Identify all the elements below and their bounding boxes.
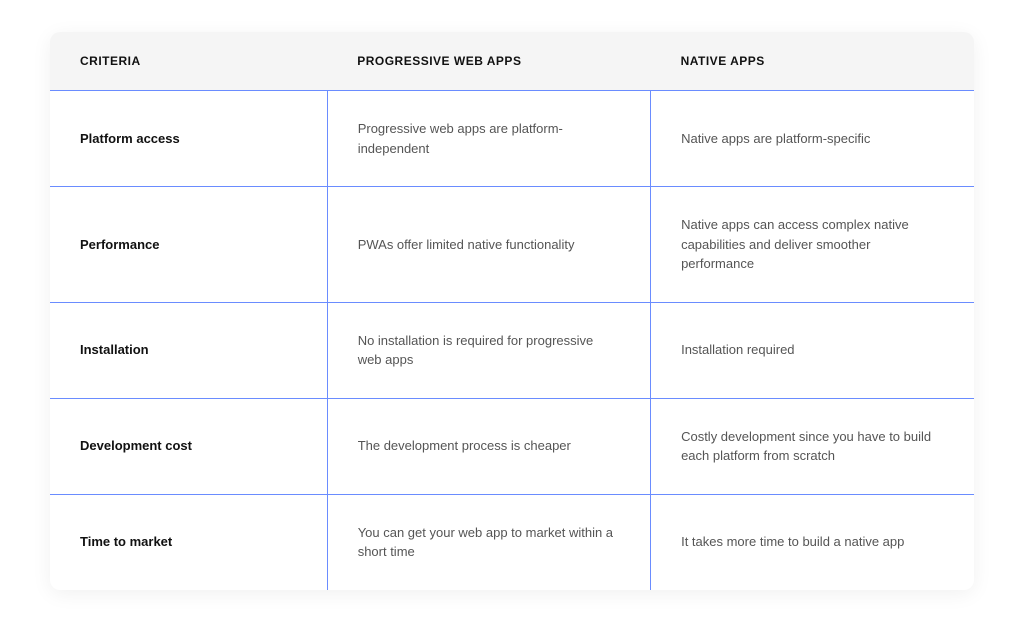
criteria-cell: Installation [50, 302, 327, 398]
table-row: Performance PWAs offer limited native fu… [50, 187, 974, 303]
native-cell: Native apps can access complex native ca… [651, 187, 974, 303]
comparison-table-container: CRITERIA PROGRESSIVE WEB APPS NATIVE APP… [50, 32, 974, 590]
table-row: Development cost The development process… [50, 398, 974, 494]
native-cell: It takes more time to build a native app [651, 494, 974, 590]
pwa-cell: PWAs offer limited native functionality [327, 187, 650, 303]
pwa-cell: No installation is required for progress… [327, 302, 650, 398]
table-row: Time to market You can get your web app … [50, 494, 974, 590]
pwa-cell: The development process is cheaper [327, 398, 650, 494]
header-row: CRITERIA PROGRESSIVE WEB APPS NATIVE APP… [50, 32, 974, 91]
criteria-cell: Platform access [50, 91, 327, 187]
table-row: Installation No installation is required… [50, 302, 974, 398]
table-row: Platform access Progressive web apps are… [50, 91, 974, 187]
criteria-cell: Development cost [50, 398, 327, 494]
table-header: CRITERIA PROGRESSIVE WEB APPS NATIVE APP… [50, 32, 974, 91]
pwa-cell: You can get your web app to market withi… [327, 494, 650, 590]
native-cell: Costly development since you have to bui… [651, 398, 974, 494]
native-cell: Installation required [651, 302, 974, 398]
criteria-cell: Performance [50, 187, 327, 303]
criteria-cell: Time to market [50, 494, 327, 590]
table-body: Platform access Progressive web apps are… [50, 91, 974, 590]
native-cell: Native apps are platform-specific [651, 91, 974, 187]
pwa-cell: Progressive web apps are platform-indepe… [327, 91, 650, 187]
header-native: NATIVE APPS [651, 32, 974, 91]
header-criteria: CRITERIA [50, 32, 327, 91]
comparison-table: CRITERIA PROGRESSIVE WEB APPS NATIVE APP… [50, 32, 974, 590]
header-pwa: PROGRESSIVE WEB APPS [327, 32, 650, 91]
